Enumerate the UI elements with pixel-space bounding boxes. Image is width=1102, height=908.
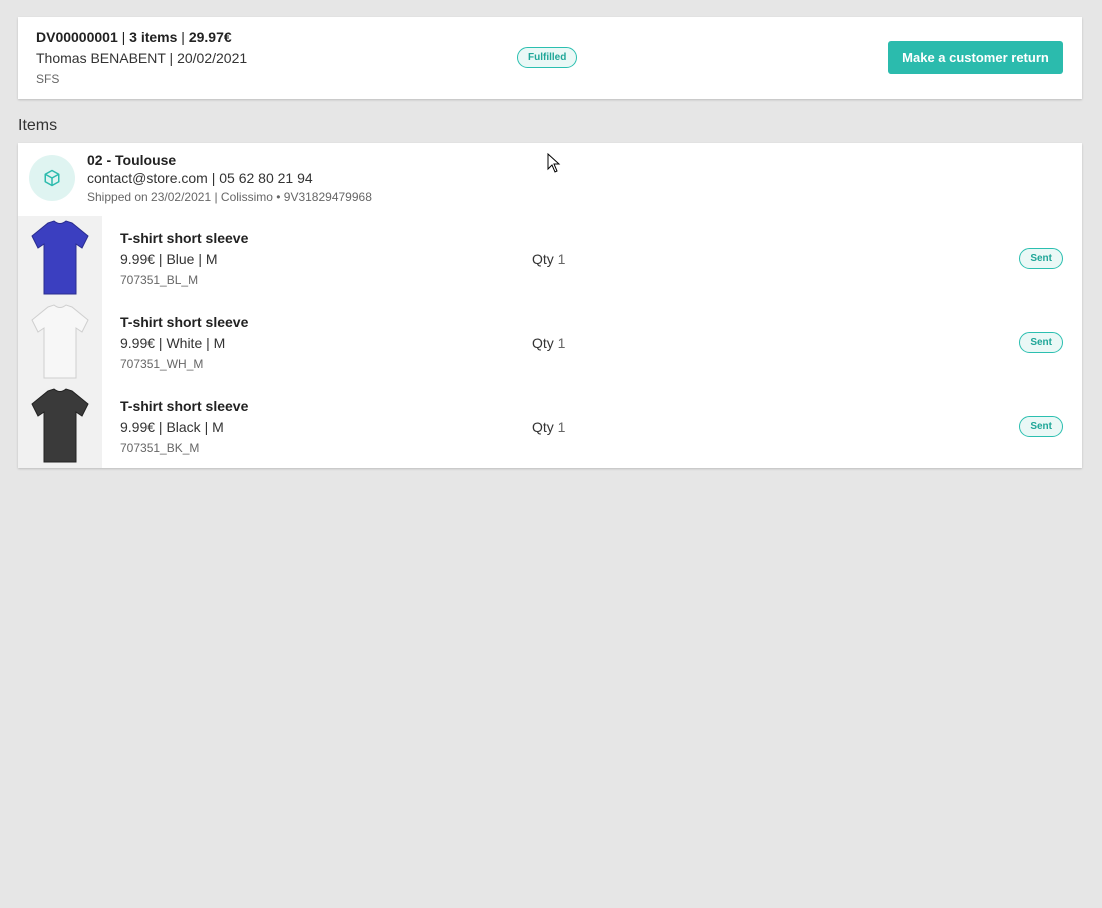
order-summary-card: DV00000001 | 3 items | 29.97€ Thomas BEN…	[18, 17, 1082, 99]
item-sku: 707351_WH_M	[120, 357, 204, 371]
store-contact: contact@store.com | 05 62 80 21 94	[87, 170, 313, 186]
order-customer: Thomas BENABENT | 20/02/2021	[36, 50, 248, 66]
item-variant: 9.99€ | White | M	[120, 335, 226, 351]
product-image	[18, 216, 102, 300]
item-sku: 707351_BL_M	[120, 273, 199, 287]
order-channel: SFS	[36, 72, 60, 86]
item-qty-value: 1	[557, 251, 566, 267]
customer-return-button[interactable]: Make a customer return	[888, 41, 1063, 74]
item-name: T-shirt short sleeve	[120, 230, 249, 246]
order-title: DV00000001 | 3 items | 29.97€	[36, 29, 232, 45]
item-name: T-shirt short sleeve	[120, 398, 249, 414]
item-sku: 707351_BK_M	[120, 441, 200, 455]
store-name: 02 - Toulouse	[87, 152, 177, 168]
item-qty: Qty 1	[532, 251, 565, 267]
item-qty-label: Qty	[532, 335, 554, 351]
item-status-badge: Sent	[1019, 416, 1063, 437]
item-name: T-shirt short sleeve	[120, 314, 249, 330]
item-row: T-shirt short sleeve 9.99€ | White | M 7…	[18, 300, 1082, 384]
order-detail-page: DV00000001 | 3 items | 29.97€ Thomas BEN…	[0, 0, 1102, 908]
item-qty-value: 1	[557, 335, 566, 351]
item-qty-label: Qty	[532, 419, 554, 435]
order-items-count: 3 items	[129, 29, 178, 45]
package-icon	[29, 155, 75, 201]
product-image	[18, 384, 102, 468]
order-total: 29.97€	[188, 29, 232, 45]
item-qty-value: 1	[557, 419, 566, 435]
items-card: 02 - Toulouse contact@store.com | 05 62 …	[18, 143, 1082, 468]
item-variant: 9.99€ | Blue | M	[120, 251, 218, 267]
item-qty: Qty 1	[532, 419, 565, 435]
item-status-badge: Sent	[1019, 332, 1063, 353]
items-section-title: Items	[18, 117, 58, 134]
item-row: T-shirt short sleeve 9.99€ | Black | M 7…	[18, 384, 1082, 468]
item-row: T-shirt short sleeve 9.99€ | Blue | M 70…	[18, 216, 1082, 300]
mouse-cursor-icon	[547, 153, 561, 173]
item-variant: 9.99€ | Black | M	[120, 419, 224, 435]
product-image	[18, 300, 102, 384]
store-shipping-info: Shipped on 23/02/2021 | Colissimo • 9V31…	[87, 190, 372, 204]
order-status-badge: Fulfilled	[517, 47, 578, 68]
item-qty-label: Qty	[532, 251, 554, 267]
order-ref: DV00000001	[36, 29, 118, 45]
item-status-badge: Sent	[1019, 248, 1063, 269]
item-qty: Qty 1	[532, 335, 565, 351]
